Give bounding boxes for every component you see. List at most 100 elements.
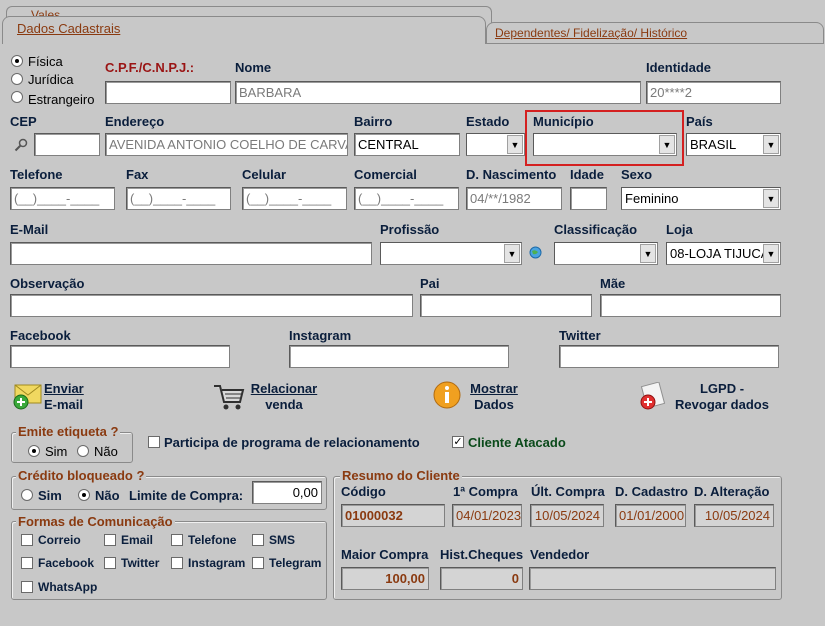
envelope-icon [12,380,44,413]
telefone-option-label: Telefone [188,533,237,547]
lgpd-revogar-button[interactable]: LGPD - Revogar dados [636,378,776,414]
etiqueta-title: Emite etiqueta ? [16,424,121,439]
lgpd-line1: LGPD - [699,381,745,396]
telefone-checkbox[interactable] [171,534,183,546]
etiqueta-sim-radio[interactable] [28,445,40,457]
cep-label: CEP [10,114,37,129]
pais-select[interactable]: BRASIL ▼ [686,133,781,156]
radio-juridica[interactable] [11,73,23,85]
atacado-checkbox[interactable]: ✓ [452,436,464,448]
bairro-input[interactable]: CENTRAL [354,133,460,156]
cpf-input[interactable] [105,81,231,104]
telefone-input[interactable]: (__)____-____ [10,187,115,210]
twitter-label: Twitter [559,328,601,343]
participa-checkbox[interactable] [148,436,160,448]
observacao-label: Observação [10,276,85,291]
tab-dados-label: Dados Cadastrais [17,21,121,36]
idade-label: Idade [570,167,604,182]
ultima-compra-label: Últ. Compra [531,484,605,499]
relacionar-label: Relacionar venda [246,381,322,413]
mostrar-dados-button[interactable]: Mostrar Dados [432,378,532,414]
mostrar-line2: Dados [474,397,514,412]
loja-select[interactable]: 08-LOJA TIJUCA ▼ [666,242,781,265]
credito-nao-radio[interactable] [78,489,90,501]
chevron-down-icon[interactable]: ▼ [659,135,675,154]
credito-sim-label: Sim [38,488,62,503]
twitter-checkbox[interactable] [104,557,116,569]
whatsapp-checkbox[interactable] [21,581,33,593]
observacao-input[interactable] [10,294,413,317]
relacionar-venda-button[interactable]: Relacionar venda [212,378,324,414]
tab-panel-border [2,43,486,44]
chevron-down-icon[interactable]: ▼ [640,244,656,263]
correio-checkbox[interactable] [21,534,33,546]
limite-input[interactable]: 0,00 [252,481,322,504]
instagram-checkbox[interactable] [171,557,183,569]
estado-label: Estado [466,114,510,129]
estado-select[interactable]: ▼ [466,133,525,156]
etiqueta-nao-label: Não [94,444,118,459]
globe-icon[interactable] [529,246,542,259]
resumo-title: Resumo do Cliente [340,468,462,483]
credito-sim-radio[interactable] [21,489,33,501]
data-alteracao-label: D. Alteração [694,484,770,499]
sms-checkbox[interactable] [252,534,264,546]
sexo-value: Feminino [625,191,679,206]
atacado-label: Cliente Atacado [468,435,566,450]
comercial-label: Comercial [354,167,417,182]
mostrar-line1: Mostrar [470,381,518,396]
chevron-down-icon[interactable]: ▼ [763,135,779,154]
fax-input[interactable]: (__)____-____ [126,187,231,210]
instagram-option-label: Instagram [188,556,246,570]
radio-fisica-label: Física [28,54,63,69]
twitter-input[interactable] [559,345,779,368]
municipio-select[interactable]: ▼ [533,133,677,156]
primeira-compra-value: 04/01/2023 [452,504,522,527]
enviar-email-label: Enviar E-mail [44,381,96,413]
endereco-input[interactable]: AVENIDA ANTONIO COELHO DE CARVA [105,133,348,156]
pai-input[interactable] [420,294,592,317]
nascimento-input[interactable]: 04/**/1982 [466,187,562,210]
chevron-down-icon[interactable]: ▼ [507,135,523,154]
municipio-label: Município [533,114,594,129]
tab-dependentes[interactable]: Dependentes/ Fidelização/ Histórico [486,22,824,44]
celular-input[interactable]: (__)____-____ [242,187,347,210]
enviar-email-button[interactable]: Enviar E-mail [12,378,96,414]
cep-input[interactable] [34,133,100,156]
codigo-value: 01000032 [341,504,445,527]
lgpd-line2: Revogar dados [675,397,769,412]
classificacao-label: Classificação [554,222,638,237]
chevron-down-icon[interactable]: ▼ [763,189,779,208]
vendedor-value [529,567,776,590]
nome-input[interactable]: BARBARA [235,81,641,104]
telegram-checkbox[interactable] [252,557,264,569]
radio-estrangeiro[interactable] [11,91,23,103]
twitter-option-label: Twitter [121,556,160,570]
lgpd-label: LGPD - Revogar dados [670,381,774,413]
sexo-select[interactable]: Feminino ▼ [621,187,781,210]
tab-dados-cadastrais[interactable]: Dados Cadastrais [2,16,486,44]
maior-compra-label: Maior Compra [341,547,429,562]
profissao-select[interactable]: ▼ [380,242,522,265]
relacionar-line2: venda [265,397,303,412]
vendedor-label: Vendedor [530,547,590,562]
chevron-down-icon[interactable]: ▼ [763,244,779,263]
idade-input[interactable] [570,187,607,210]
mae-input[interactable] [600,294,781,317]
search-icon[interactable] [14,138,28,152]
classificacao-select[interactable]: ▼ [554,242,658,265]
radio-fisica[interactable] [11,55,23,67]
instagram-input[interactable] [289,345,509,368]
facebook-label: Facebook [10,328,71,343]
email-input[interactable] [10,242,372,265]
email-checkbox[interactable] [104,534,116,546]
comercial-input[interactable]: (__)____-____ [354,187,459,210]
etiqueta-nao-radio[interactable] [77,445,89,457]
cpf-label: C.P.F./C.N.P.J.: [105,60,195,75]
fax-label: Fax [126,167,149,182]
facebook-checkbox[interactable] [21,557,33,569]
identidade-input[interactable]: 20****2 [646,81,781,104]
sexo-label: Sexo [621,167,653,182]
chevron-down-icon[interactable]: ▼ [504,244,520,263]
facebook-input[interactable] [10,345,230,368]
